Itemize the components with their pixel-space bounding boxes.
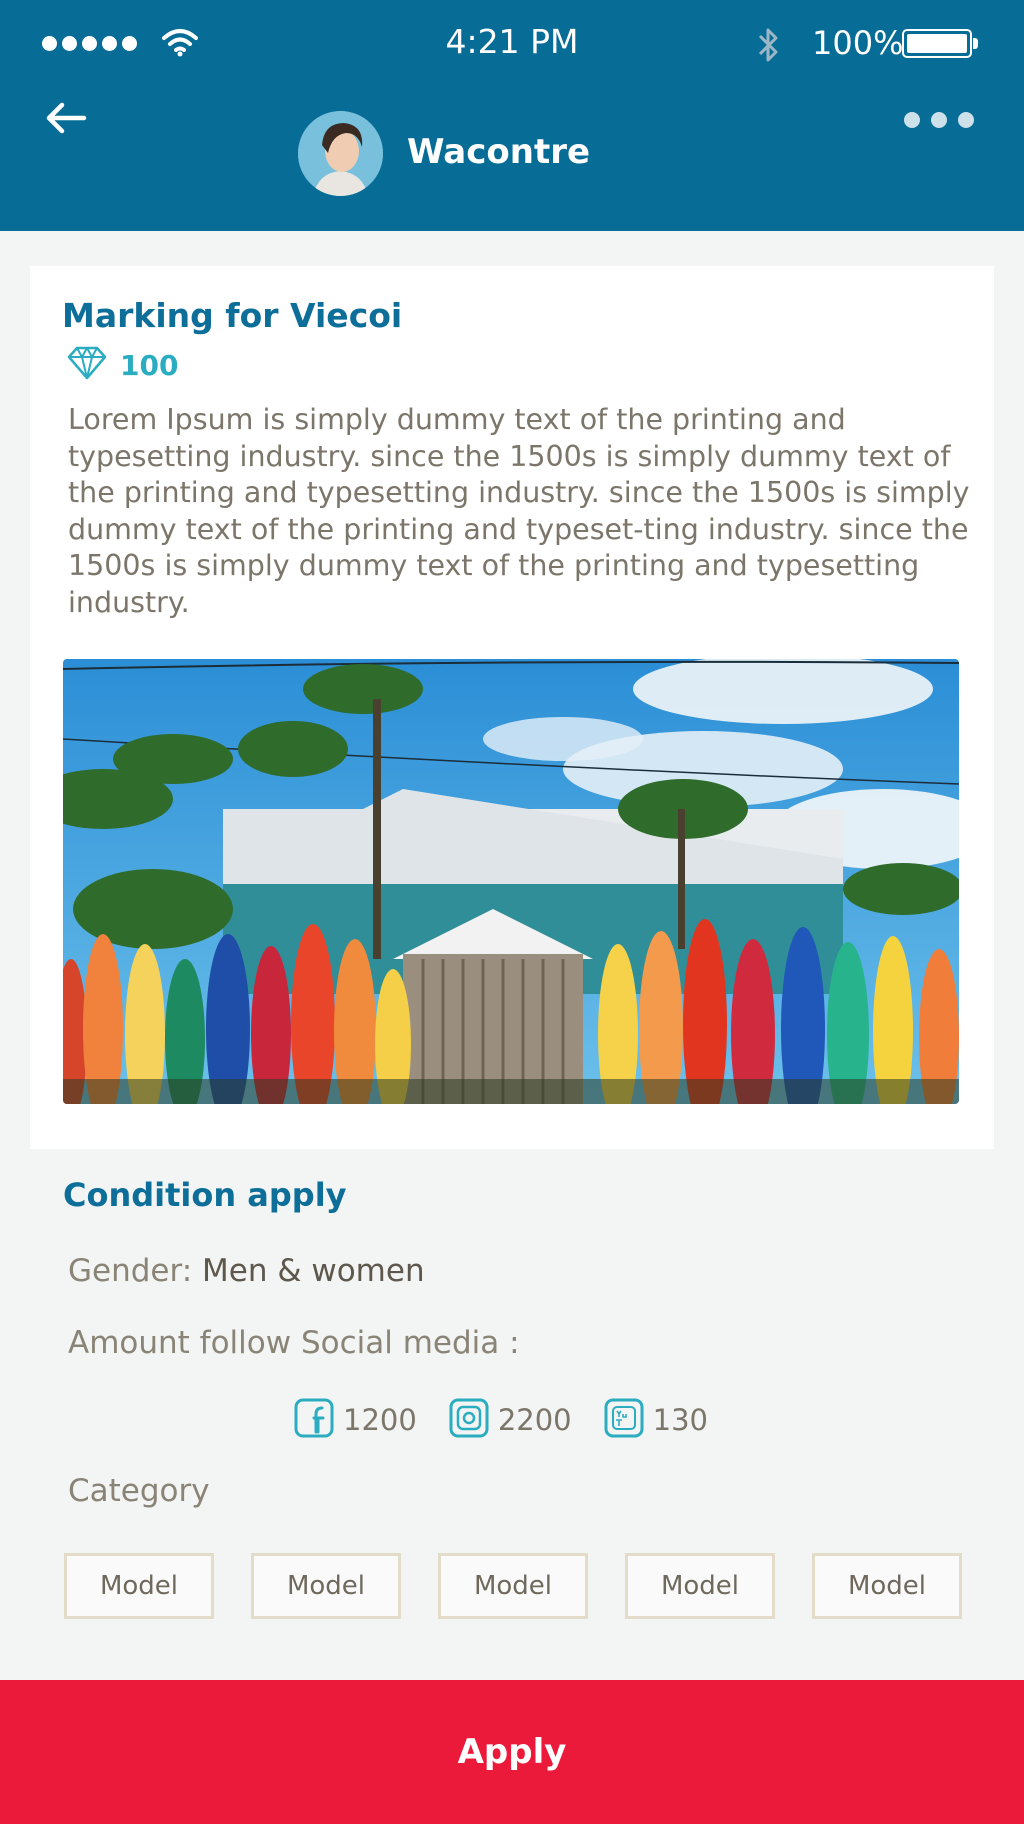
points-value: 100 — [120, 348, 179, 382]
apply-button[interactable]: Apply — [0, 1680, 1024, 1824]
battery-percent: 100% — [812, 24, 904, 62]
gender-row: Gender: Men & women — [68, 1253, 425, 1289]
status-bar: 4:21 PM 100% — [0, 0, 1024, 88]
category-chips: Model Model Model Model Model — [64, 1553, 962, 1619]
category-chip[interactable]: Model — [625, 1553, 775, 1619]
campaign-title: Marking for Viecoi — [62, 296, 403, 335]
category-chip[interactable]: Model — [812, 1553, 962, 1619]
campaign-card: Marking for Viecoi 100 Lorem Ipsum is si… — [30, 266, 994, 1149]
category-chip[interactable]: Model — [438, 1553, 588, 1619]
battery-tip — [973, 38, 978, 49]
instagram-count-value: 2200 — [497, 1403, 572, 1437]
gender-label: Gender: — [68, 1253, 193, 1289]
category-label: Category — [68, 1473, 210, 1509]
youtube-icon — [604, 1398, 644, 1442]
avatar[interactable] — [298, 111, 383, 196]
back-arrow-icon[interactable] — [44, 100, 90, 140]
conditions-title: Condition apply — [63, 1176, 347, 1214]
campaign-description: Lorem Ipsum is simply dummy text of the … — [68, 403, 970, 619]
bluetooth-icon — [754, 24, 784, 70]
category-chip[interactable]: Model — [64, 1553, 214, 1619]
category-chip[interactable]: Model — [251, 1553, 401, 1619]
gender-value: Men & women — [202, 1253, 425, 1289]
facebook-icon — [294, 1398, 334, 1442]
social-amount-label: Amount follow Social media : — [68, 1325, 520, 1361]
instagram-icon — [449, 1398, 489, 1442]
facebook-count-value: 1200 — [343, 1403, 417, 1437]
social-follow-counts: 1200 2200 130 — [294, 1398, 740, 1442]
more-icon[interactable] — [904, 112, 974, 128]
instagram-count: 2200 — [449, 1398, 572, 1442]
battery-icon — [902, 29, 972, 58]
points-row: 100 — [66, 346, 178, 384]
contact-name: Wacontre — [407, 132, 591, 172]
facebook-count: 1200 — [294, 1398, 417, 1442]
youtube-count: 130 — [604, 1398, 708, 1442]
youtube-count-value: 130 — [652, 1403, 708, 1437]
campaign-photo — [63, 659, 959, 1104]
diamond-icon — [66, 346, 108, 384]
app-header: 4:21 PM 100% Wacontre — [0, 0, 1024, 231]
